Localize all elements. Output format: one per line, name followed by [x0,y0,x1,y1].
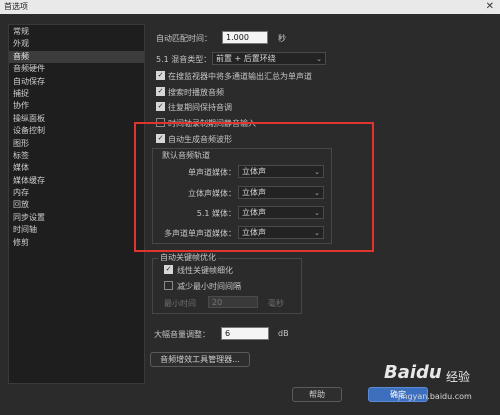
option-checkbox[interactable]: ✓ [156,71,165,80]
window-title: 首选项 [4,2,28,11]
sidebar-item[interactable]: 媒体缓存 [9,175,144,187]
option-checkbox[interactable]: ✓ [156,87,165,96]
sidebar-item[interactable]: 自动保存 [9,76,144,88]
linear-keyframe-checkbox[interactable]: ✓ [164,265,173,274]
option-checkbox-label: 搜索时播放音频 [168,88,224,97]
sidebar: 常规 外观 音频 音频硬件 自动保存 捕捉 协作 操纵面板 设备控制 图形 标签 媒体 媒体缓存 内存 回放… [8,24,145,384]
min-time-checkbox[interactable] [164,281,173,290]
linear-keyframe-label: 线性关键帧细化 [177,266,233,275]
sidebar-item[interactable]: 捕捉 [9,88,144,100]
sidebar-item[interactable]: 协作 [9,100,144,112]
close-icon[interactable]: ✕ [486,0,494,14]
min-interval-unit: 毫秒 [268,299,284,308]
sidebar-item[interactable]: 外观 [9,38,144,50]
mix-type-label: 5.1 混音类型： [156,55,212,64]
max-gain-unit: dB [278,329,289,338]
help-button[interactable]: 帮助 [292,387,342,402]
sidebar-item[interactable]: 内存 [9,187,144,199]
watermark-sub: 经验 [446,370,471,384]
min-interval-input[interactable]: 20 [208,296,258,308]
chevron-down-icon: ⌄ [316,55,322,63]
sidebar-item[interactable]: 标签 [9,150,144,162]
sidebar-item[interactable]: 修剪 [9,237,144,249]
watermark-url: jingyan.baidu.com [398,392,472,401]
audio-plugin-manager-button[interactable]: 音频增效工具管理器... [150,352,250,367]
sidebar-item[interactable]: 时间轴 [9,224,144,236]
sidebar-item[interactable]: 操纵面板 [9,113,144,125]
max-gain-input[interactable]: 6 [221,327,269,340]
mix-type-value: 前置 + 后置环绕 [216,54,276,63]
mix-type-select[interactable]: 前置 + 后置环绕 ⌄ [212,52,326,65]
auto-match-input[interactable]: 1.000 [222,31,268,44]
sidebar-item[interactable]: 音频硬件 [9,63,144,75]
title-bar: 首选项 ✕ [0,0,500,14]
sidebar-item[interactable]: 常规 [9,26,144,38]
min-time-label: 减少最小时间间隔 [177,282,241,291]
sidebar-item[interactable]: 同步设置 [9,212,144,224]
keyframe-title: 自动关键帧优化 [158,252,218,263]
sidebar-item[interactable]: 媒体 [9,162,144,174]
option-checkbox-label: 在搜监视器中将多通道输出汇总为单声道 [168,72,312,81]
highlight-annotation [134,122,374,252]
watermark-brand: Baidu [384,362,442,383]
sidebar-item[interactable]: 图形 [9,138,144,150]
option-checkbox-label: 往复期间保持音调 [168,103,232,112]
option-checkbox[interactable]: ✓ [156,102,165,111]
auto-match-unit: 秒 [278,34,286,43]
max-gain-label: 大幅音量调整： [154,330,210,339]
baidu-watermark: Baidu 经验 jingyan.baidu.com [384,362,494,412]
sidebar-item[interactable]: 音频 [9,50,144,64]
sidebar-item[interactable]: 回放 [9,199,144,211]
sidebar-item[interactable]: 设备控制 [9,125,144,137]
auto-match-label: 自动匹配时间： [156,34,212,43]
min-interval-label: 最小时间 [164,299,196,308]
